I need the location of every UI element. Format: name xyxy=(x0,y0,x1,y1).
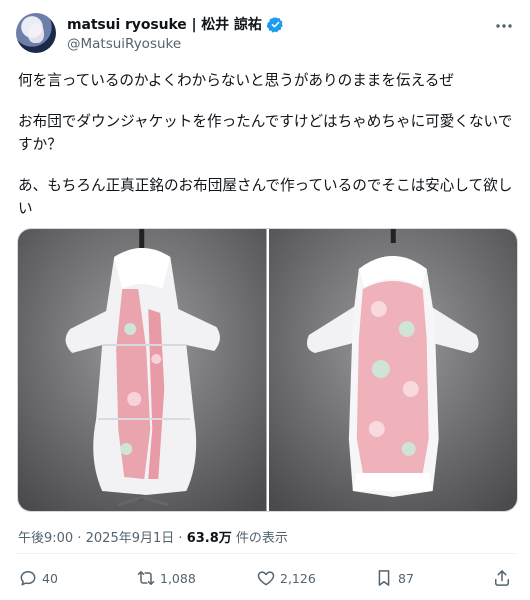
repost-count: 1,088 xyxy=(160,570,196,586)
reply-icon xyxy=(20,571,36,586)
bookmark-icon xyxy=(378,570,390,586)
tweet-paragraph: お布団でダウンジャケットを作ったんですけどはちゃめちゃに可愛くないですか？ xyxy=(18,113,513,153)
tweet-paragraph: あ、もちろん正真正銘のお布団屋さんで作っているのでそこは安心して欲しい xyxy=(18,177,513,217)
like-count: 2,126 xyxy=(280,570,316,586)
futon-jacket-back-photo[interactable] xyxy=(268,229,517,511)
tweet-media xyxy=(17,228,518,512)
views-label: 件の表示 xyxy=(235,531,288,546)
tweet-paragraph: 何を言っているのかよくわからないと思うがありのままを伝えるぜ xyxy=(18,72,454,89)
reply-button[interactable]: 40 xyxy=(18,566,58,590)
tweet-meta: 午後9:00 · 2025年9月1日 · 63.8万 件の表示 xyxy=(18,527,288,546)
tweet-text: 何を言っているのかよくわからないと思うがありのままを伝えるぜ お布団でダウンジャ… xyxy=(18,69,514,220)
bookmark-button[interactable]: 87 xyxy=(374,566,414,590)
meta-separator: · xyxy=(77,531,82,546)
like-button[interactable]: 2,126 xyxy=(256,566,316,590)
views-count: 63.8万 xyxy=(186,531,232,546)
bookmark-count: 87 xyxy=(398,570,414,586)
repost-button[interactable]: 1,088 xyxy=(136,566,196,590)
action-bar: 40 1,088 2,126 87 xyxy=(18,566,512,590)
reply-count: 40 xyxy=(42,570,58,586)
share-button[interactable] xyxy=(492,566,512,590)
share-icon xyxy=(495,570,509,586)
author-handle[interactable]: @MatsuiRyosuke xyxy=(67,36,181,52)
tweet-header: matsui ryosuke | 松井 諒祐 @MatsuiRyosuke xyxy=(16,12,516,56)
tweet-date[interactable]: 2025年9月1日 xyxy=(86,531,175,546)
verified-badge-icon xyxy=(266,16,283,33)
heart-icon xyxy=(257,571,275,586)
tweet-time[interactable]: 午後9:00 xyxy=(18,531,73,546)
avatar[interactable] xyxy=(16,13,56,53)
repost-icon xyxy=(137,571,155,585)
futon-jacket-front-photo[interactable] xyxy=(18,229,267,511)
author-name-row: matsui ryosuke | 松井 諒祐 xyxy=(67,15,284,33)
more-icon[interactable] xyxy=(494,18,514,34)
meta-separator: · xyxy=(178,531,183,546)
author-display-name[interactable]: matsui ryosuke | 松井 諒祐 xyxy=(67,14,262,34)
divider xyxy=(16,553,516,554)
